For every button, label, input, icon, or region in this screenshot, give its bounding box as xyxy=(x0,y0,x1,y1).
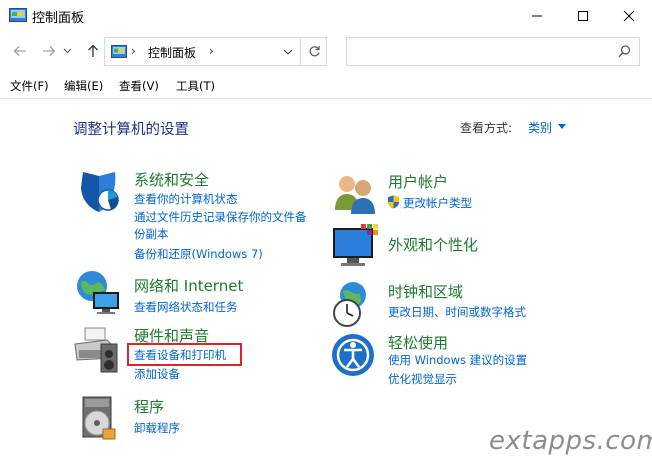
maximize-icon xyxy=(578,10,588,21)
search-input[interactable] xyxy=(353,43,603,61)
category-link[interactable]: 查看网络状态和任务 xyxy=(134,299,238,315)
clock-globe-icon xyxy=(333,282,366,327)
back-button[interactable] xyxy=(9,40,31,62)
arrow-right-icon xyxy=(43,46,56,56)
minimize-icon xyxy=(532,15,542,16)
breadcrumb-separator[interactable]: › xyxy=(209,44,214,58)
breadcrumb-separator[interactable]: › xyxy=(131,44,136,58)
view-by-label: 查看方式: xyxy=(460,121,513,135)
category-link[interactable]: 使用 Windows 建议的设置 xyxy=(388,352,527,368)
category-link[interactable]: 份副本 xyxy=(134,226,169,242)
highlight-box xyxy=(127,343,242,366)
refresh-button[interactable] xyxy=(300,38,327,65)
category-heading[interactable]: 网络和 Internet xyxy=(134,275,243,296)
page-title: 调整计算机的设置 xyxy=(73,122,189,138)
close-button[interactable] xyxy=(606,0,652,31)
navigation-bar: › 控制面板 › xyxy=(0,31,652,71)
category-link[interactable]: 通过文件历史记录保存你的文件备 xyxy=(134,209,307,225)
title-bar: 控制面板 xyxy=(0,0,652,31)
view-by-dropdown[interactable]: 类别 xyxy=(528,119,552,136)
menu-bar: 文件(F) 编辑(E) 查看(V) 工具(T) xyxy=(0,74,652,96)
category-heading[interactable]: 用户帐户 xyxy=(388,171,448,192)
chevron-down-icon xyxy=(63,48,71,54)
address-dropdown-button[interactable] xyxy=(277,38,299,65)
divider xyxy=(0,98,652,99)
recent-locations-button[interactable] xyxy=(60,40,74,62)
address-bar[interactable]: › 控制面板 › xyxy=(104,37,327,66)
category-link[interactable]: 更改帐户类型 xyxy=(403,195,472,211)
window-title: 控制面板 xyxy=(32,11,85,26)
programs-disc-icon xyxy=(82,396,116,440)
minimize-button[interactable] xyxy=(514,0,560,31)
category-heading[interactable]: 外观和个性化 xyxy=(388,234,478,255)
users-icon xyxy=(335,176,375,214)
category-heading[interactable]: 时钟和区域 xyxy=(388,281,463,302)
category-link[interactable]: 卸载程序 xyxy=(134,420,180,436)
forward-button[interactable] xyxy=(38,40,60,62)
close-icon xyxy=(623,10,635,21)
printer-speaker-icon xyxy=(74,327,118,373)
category-link[interactable]: 更改日期、时间或数字格式 xyxy=(388,304,526,320)
menu-edit[interactable]: 编辑(E) xyxy=(64,78,103,94)
arrow-up-icon xyxy=(88,44,98,57)
chevron-down-icon xyxy=(283,49,293,55)
category-heading[interactable]: 轻松使用 xyxy=(388,332,448,353)
control-panel-icon xyxy=(111,45,127,58)
category-link[interactable]: 备份和还原(Windows 7) xyxy=(134,246,263,262)
search-icon[interactable] xyxy=(618,45,631,58)
control-panel-icon xyxy=(9,8,27,22)
category-link[interactable]: 优化视觉显示 xyxy=(388,371,457,387)
caret-down-icon[interactable] xyxy=(558,124,566,129)
uac-shield-icon xyxy=(388,195,399,209)
category-link[interactable]: 查看你的计算机状态 xyxy=(134,191,238,207)
ease-of-access-icon xyxy=(332,334,374,376)
arrow-left-icon xyxy=(13,46,26,56)
up-button[interactable] xyxy=(82,40,104,62)
network-globe-icon xyxy=(77,271,119,314)
menu-tools[interactable]: 工具(T) xyxy=(176,78,215,94)
monitor-palette-icon xyxy=(333,224,378,266)
watermark: extapps.com xyxy=(489,426,652,456)
breadcrumb-control-panel[interactable]: 控制面板 xyxy=(148,44,196,61)
maximize-button[interactable] xyxy=(560,0,606,31)
search-box[interactable] xyxy=(346,37,640,66)
category-link[interactable]: 添加设备 xyxy=(134,366,180,382)
category-heading[interactable]: 系统和安全 xyxy=(134,169,209,190)
refresh-icon xyxy=(309,46,320,57)
menu-view[interactable]: 查看(V) xyxy=(119,78,159,94)
shield-icon xyxy=(81,172,119,212)
category-heading[interactable]: 程序 xyxy=(134,396,164,417)
menu-file[interactable]: 文件(F) xyxy=(10,78,49,94)
